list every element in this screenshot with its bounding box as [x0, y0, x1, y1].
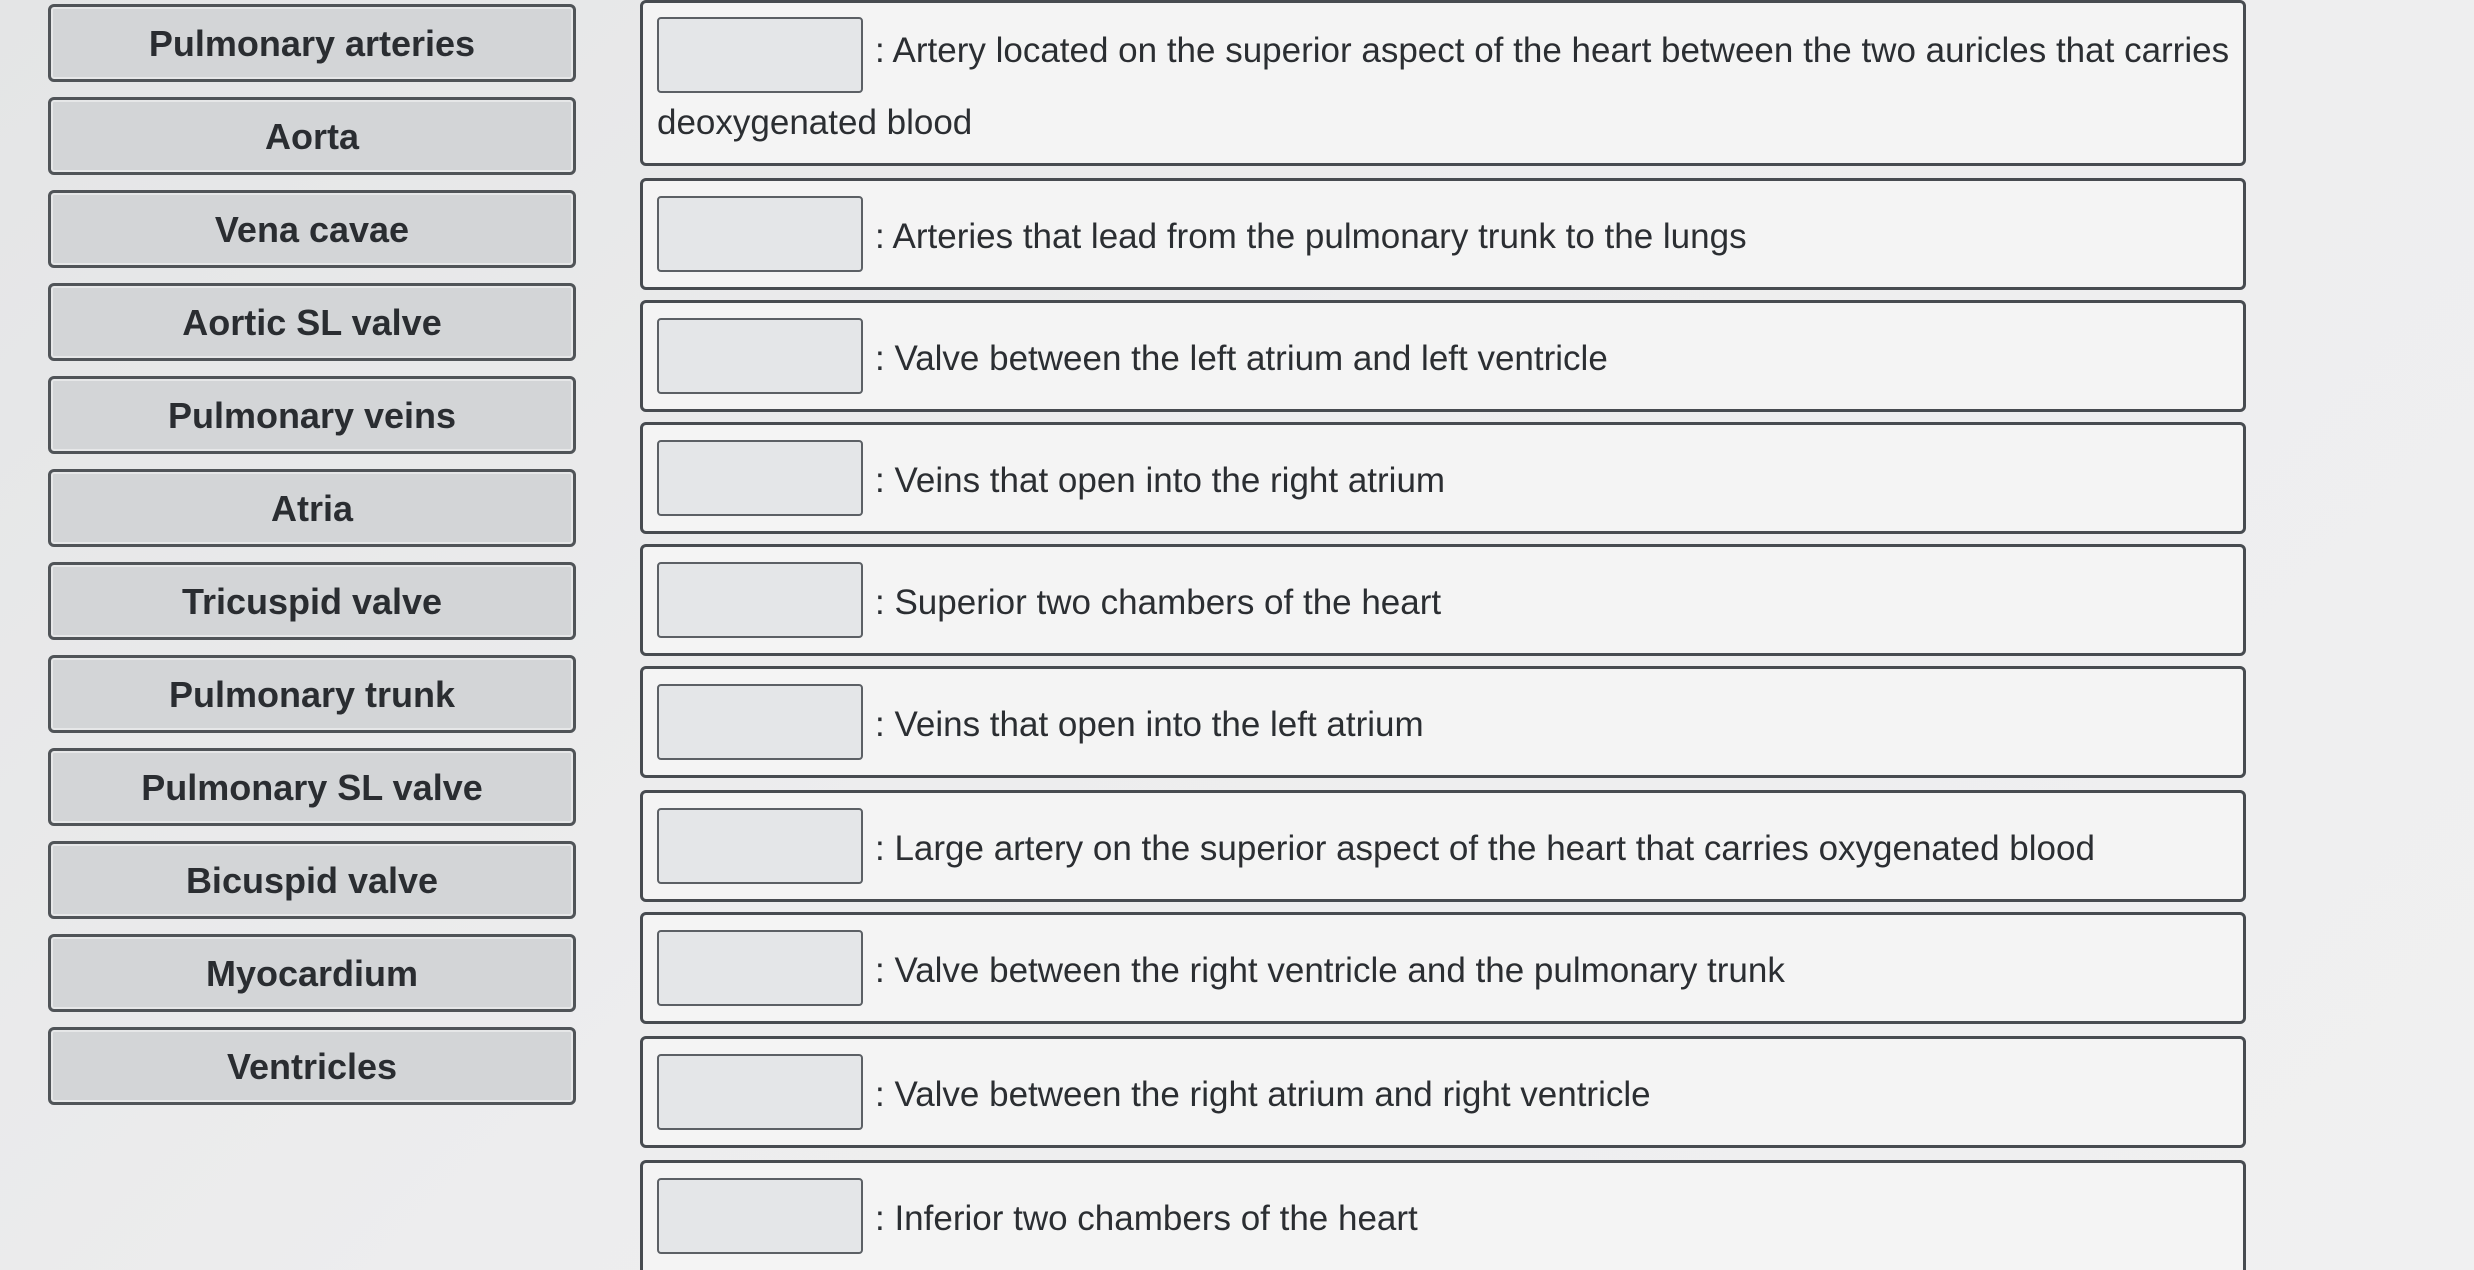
question-row: : Arteries that lead from the pulmonary … [640, 178, 2246, 290]
answer-drop-zone[interactable] [657, 1178, 863, 1254]
question-text: : Veins that open into the left atrium [875, 705, 1424, 744]
question-row: : Artery located on the superior aspect … [640, 0, 2246, 166]
answer-drop-zone[interactable] [657, 1054, 863, 1130]
term-label: Pulmonary arteries [148, 23, 476, 64]
question-text: : Veins that open into the right atrium [875, 461, 1446, 500]
term-chip-vena-cavae[interactable]: Vena cavae [48, 190, 576, 268]
question-text: : Artery located on the superior aspect … [875, 31, 2230, 70]
answer-drop-zone[interactable] [657, 930, 863, 1006]
answer-drop-zone[interactable] [657, 808, 863, 884]
question-row: : Valve between the right ventricle and … [640, 912, 2246, 1024]
question-row: : Valve between the right atrium and rig… [640, 1036, 2246, 1148]
term-chip-myocardium[interactable]: Myocardium [48, 934, 576, 1012]
answer-drop-zone[interactable] [657, 562, 863, 638]
term-chip-aorta[interactable]: Aorta [48, 97, 576, 175]
answer-drop-zone[interactable] [657, 318, 863, 394]
term-label: Bicuspid valve [185, 860, 439, 901]
answer-drop-zone[interactable] [657, 684, 863, 760]
term-chip-atria[interactable]: Atria [48, 469, 576, 547]
term-chip-ventricles[interactable]: Ventricles [48, 1027, 576, 1105]
term-chip-pulmonary-arteries[interactable]: Pulmonary arteries [48, 4, 576, 82]
question-row: : Veins that open into the left atrium [640, 666, 2246, 778]
question-row: : Superior two chambers of the heart [640, 544, 2246, 656]
question-text: : Valve between the right atrium and rig… [875, 1075, 1651, 1114]
term-chip-pulmonary-veins[interactable]: Pulmonary veins [48, 376, 576, 454]
term-label: Pulmonary veins [167, 395, 457, 436]
question-text: : Valve between the left atrium and left… [875, 339, 1608, 378]
question-text: : Inferior two chambers of the heart [875, 1199, 1418, 1238]
answer-drop-zone[interactable] [657, 196, 863, 272]
term-label: Aortic SL valve [182, 302, 442, 343]
answer-drop-zone[interactable] [657, 440, 863, 516]
answer-drop-zone[interactable] [657, 17, 863, 93]
term-label: Pulmonary trunk [168, 674, 456, 715]
term-label: Ventricles [226, 1046, 398, 1087]
term-label: Vena cavae [214, 209, 410, 250]
term-label: Tricuspid valve [181, 581, 443, 622]
question-text-continued: deoxygenated blood [657, 103, 973, 142]
term-label: Atria [270, 488, 354, 529]
question-row: : Large artery on the superior aspect of… [640, 790, 2246, 902]
question-text: : Large artery on the superior aspect of… [875, 829, 2095, 868]
term-label: Myocardium [205, 953, 419, 994]
term-label: Pulmonary SL valve [141, 767, 483, 808]
question-row: : Veins that open into the right atrium [640, 422, 2246, 534]
question-text: : Superior two chambers of the heart [875, 583, 1442, 622]
question-row: : Valve between the left atrium and left… [640, 300, 2246, 412]
term-chip-pulmonary-trunk[interactable]: Pulmonary trunk [48, 655, 576, 733]
question-text: : Arteries that lead from the pulmonary … [875, 217, 1747, 256]
question-row: : Inferior two chambers of the heart [640, 1160, 2246, 1270]
term-chip-bicuspid-valve[interactable]: Bicuspid valve [48, 841, 576, 919]
term-label: Aorta [264, 116, 359, 157]
question-text: : Valve between the right ventricle and … [875, 951, 1785, 990]
term-chip-aortic-sl-valve[interactable]: Aortic SL valve [48, 283, 576, 361]
term-chip-pulmonary-sl-valve[interactable]: Pulmonary SL valve [48, 748, 576, 826]
term-chip-tricuspid-valve[interactable]: Tricuspid valve [48, 562, 576, 640]
